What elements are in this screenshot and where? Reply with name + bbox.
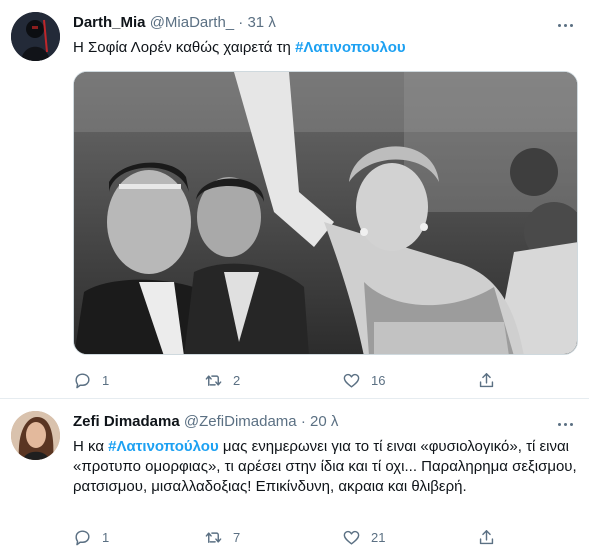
tweet-actions: 1 2 16 (73, 369, 503, 391)
retweet-count: 2 (233, 372, 241, 388)
more-icon[interactable] (555, 414, 575, 434)
avatar[interactable] (11, 411, 60, 460)
share-button[interactable] (477, 369, 496, 391)
like-button[interactable]: 21 (342, 526, 385, 548)
handle[interactable]: @ZefiDimadama (184, 413, 297, 430)
tweet-darth-mia[interactable]: Darth_Mia @MiaDarth_ · 31 λ Η Σοφία Λορέ… (0, 0, 589, 399)
like-count: 21 (371, 529, 386, 545)
more-icon[interactable] (555, 15, 575, 35)
tweet-header: Zefi Dimadama @ZefiDimadama · 20 λ (73, 412, 338, 432)
avatar[interactable] (11, 12, 60, 61)
separator: · (300, 413, 306, 430)
separator: · (238, 14, 244, 31)
retweet-count: 7 (233, 529, 241, 545)
like-count: 16 (371, 372, 386, 388)
like-icon (343, 530, 360, 545)
tweet-text: Η Σοφία Λορέν καθώς χαιρετά τη #Λατινοπο… (73, 38, 573, 58)
share-icon (479, 372, 494, 387)
tweet-text: Η κα #Λατινοπούλου μας ενημερωνει για το… (73, 437, 578, 497)
reply-count: 1 (102, 529, 110, 545)
reply-button[interactable]: 1 (73, 369, 109, 391)
tweet-text-part: Η κα (73, 438, 109, 455)
share-icon (479, 529, 494, 544)
tweet-header: Darth_Mia @MiaDarth_ · 31 λ (73, 13, 276, 33)
reply-icon (75, 529, 90, 545)
tweet-text-part: Η Σοφία Λορέν καθώς χαιρετά τη (73, 39, 296, 56)
like-icon (343, 373, 360, 388)
hashtag-link[interactable]: #Λατινοπούλου (108, 438, 219, 455)
retweet-button[interactable]: 2 (204, 369, 240, 391)
like-button[interactable]: 16 (342, 369, 385, 391)
share-button[interactable] (477, 526, 496, 548)
display-name[interactable]: Darth_Mia (73, 14, 146, 31)
retweet-icon (205, 531, 222, 543)
timestamp[interactable]: 31 λ (247, 14, 275, 31)
reply-count: 1 (102, 372, 110, 388)
timestamp[interactable]: 20 λ (310, 413, 338, 430)
display-name[interactable]: Zefi Dimadama (73, 413, 180, 430)
retweet-button[interactable]: 7 (204, 526, 240, 548)
handle[interactable]: @MiaDarth_ (150, 14, 234, 31)
reply-icon (75, 372, 90, 388)
tweet-photo[interactable] (73, 71, 578, 355)
hashtag-link[interactable]: #Λατινοπουλου (295, 39, 406, 56)
retweet-icon (205, 374, 222, 386)
reply-button[interactable]: 1 (73, 526, 109, 548)
tweet-actions: 1 7 21 (73, 526, 503, 548)
